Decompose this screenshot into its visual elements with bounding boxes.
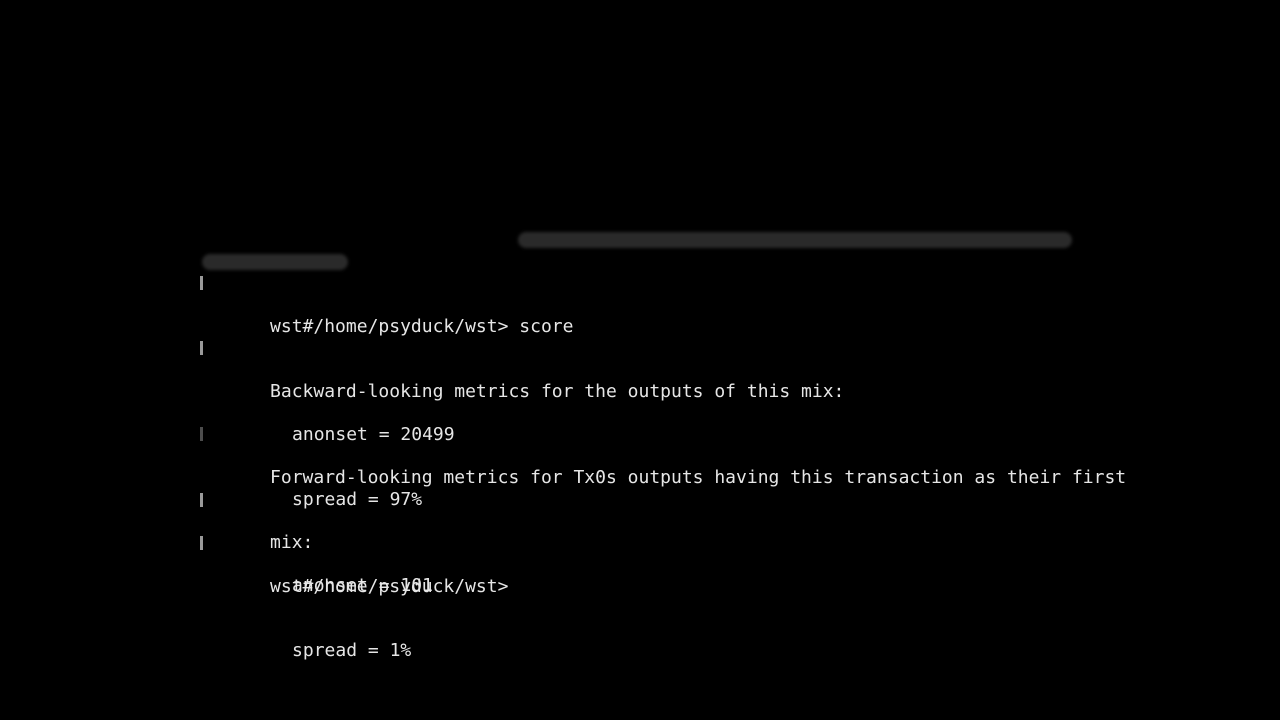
line-marker (200, 536, 203, 551)
prompt: wst#/home/psyduck/wst> (270, 575, 509, 597)
line-marker (200, 341, 203, 356)
forward-heading-part1: Forward-looking metrics for Tx0s outputs… (270, 466, 1127, 488)
command-line: wst#/home/psyduck/wst> score (0, 272, 1280, 337)
backward-heading-line: Backward-looking metrics for the outputs… (0, 337, 1280, 402)
redacted-txid (518, 232, 1072, 248)
prompt-block[interactable]: wst#/home/psyduck/wst> (0, 489, 1280, 598)
forward-spread: spread = 1% (292, 640, 412, 662)
forward-spread-line: spread = 1% (0, 619, 1280, 661)
forward-heading-line-1: Forward-looking metrics for Tx0s outputs… (0, 423, 1280, 488)
redacted-txid-continuation (202, 254, 348, 270)
line-marker (200, 276, 203, 291)
active-prompt-line[interactable]: wst#/home/psyduck/wst> (0, 532, 1280, 597)
terminal-window[interactable]: wst#/home/psyduck/wst> score Backward-lo… (0, 0, 1280, 720)
line-marker (200, 427, 203, 442)
